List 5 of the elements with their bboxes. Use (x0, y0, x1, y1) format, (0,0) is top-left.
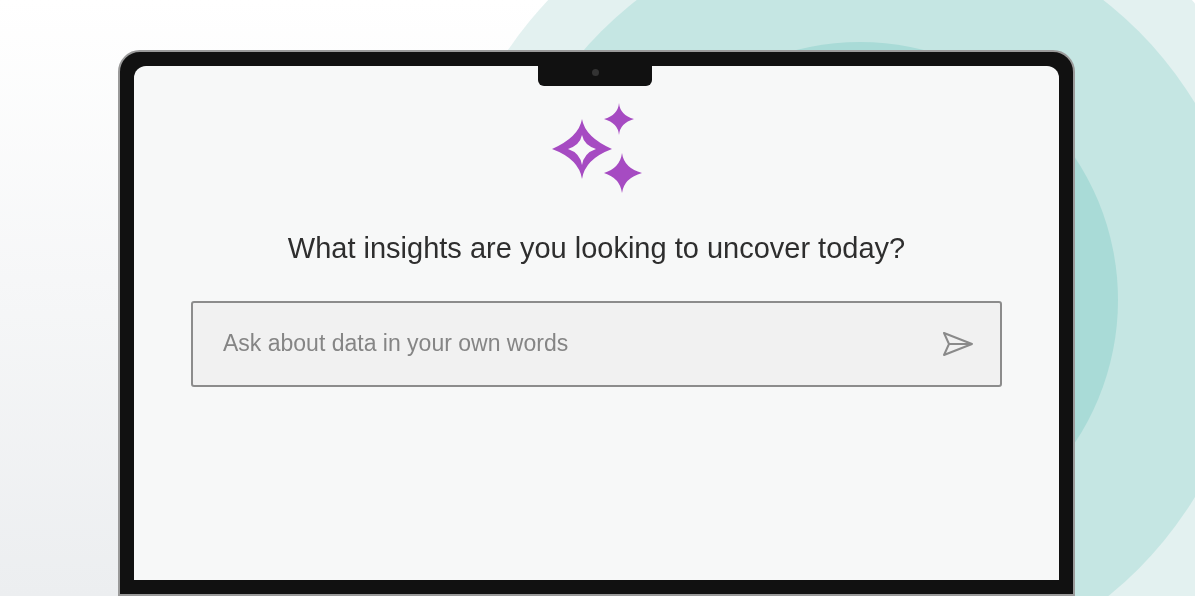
send-icon[interactable] (942, 330, 974, 357)
heading: What insights are you looking to uncover today? (287, 231, 906, 266)
prompt-field[interactable]: Ask about data in your own words (191, 300, 1002, 387)
sparkles-icon (551, 103, 642, 193)
camera-icon (591, 69, 599, 76)
